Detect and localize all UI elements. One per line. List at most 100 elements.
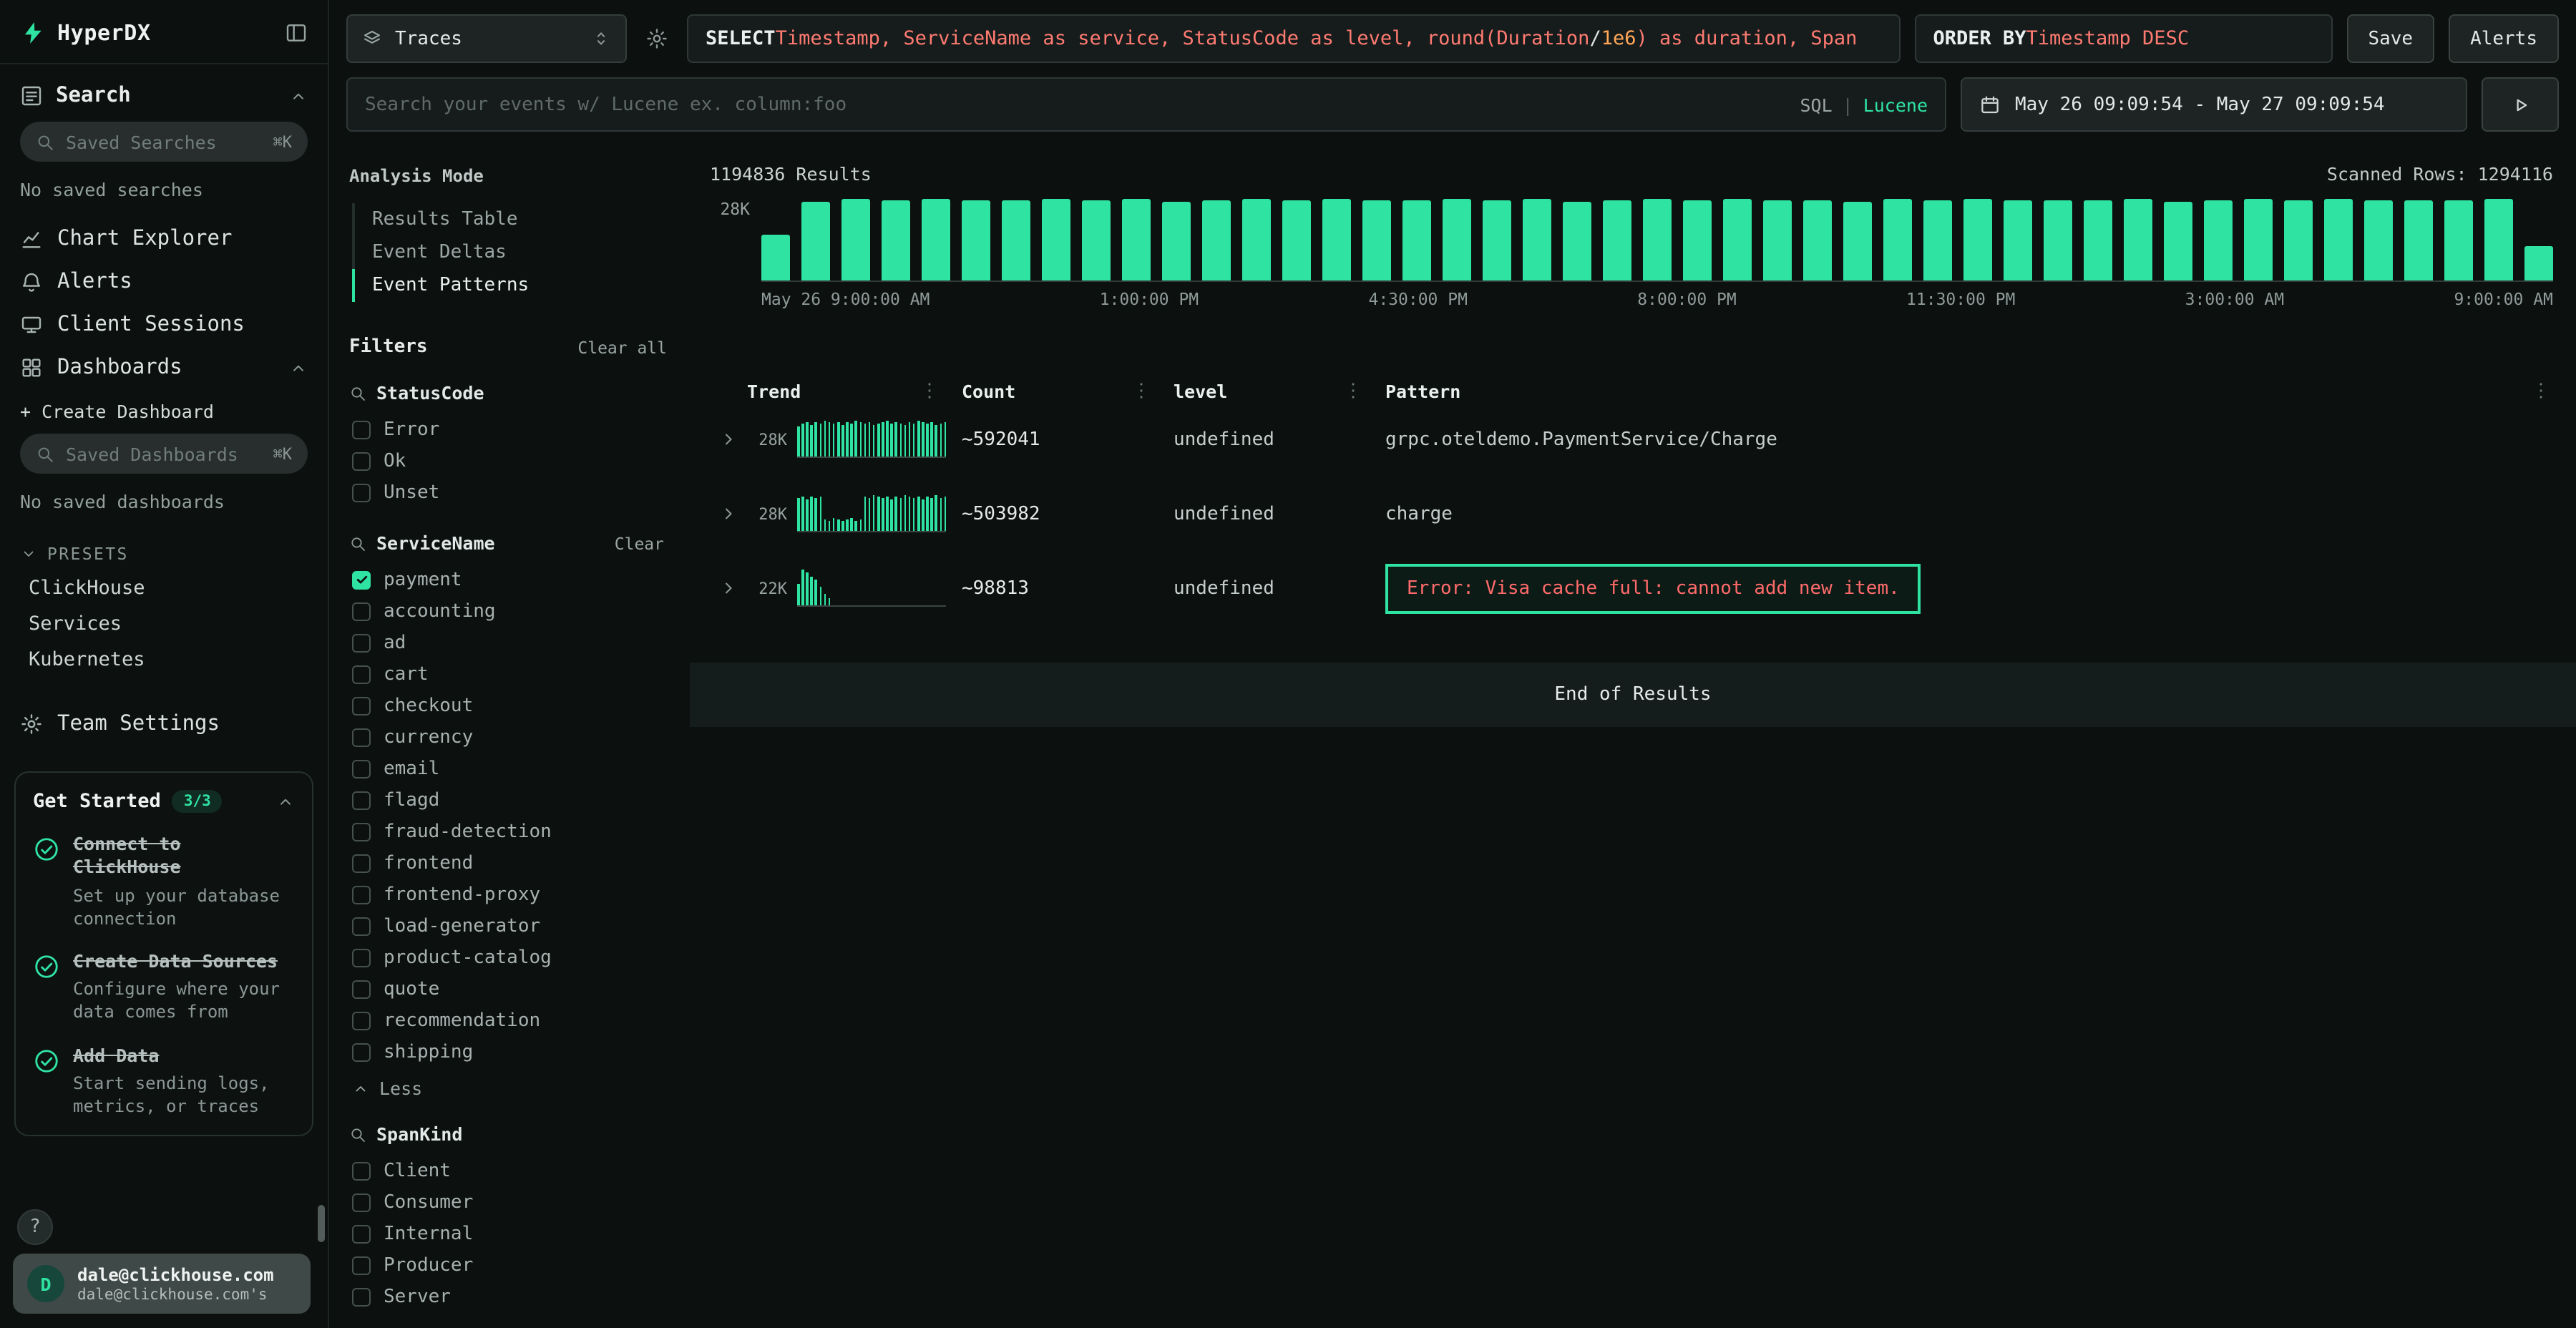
filter-group-header[interactable]: SpanKind [349,1123,675,1145]
checkbox[interactable] [352,483,371,502]
sql-mode-toggle[interactable]: SQL [1800,94,1832,115]
sidebar-item-alerts[interactable]: Alerts [0,260,328,303]
filter-checkbox-producer[interactable]: Producer [349,1249,675,1281]
checkbox[interactable] [352,1011,371,1030]
column-menu-icon[interactable]: ⋮ [1132,381,1174,402]
filter-checkbox-email[interactable]: email [349,753,675,784]
filter-checkbox-shipping[interactable]: shipping [349,1036,675,1068]
saved-searches-input[interactable]: Saved Searches ⌘K [20,122,308,162]
table-row[interactable]: 22K ~98813 undefined Error: Visa cache f… [710,551,2553,625]
search-section-header[interactable]: Search [0,76,328,122]
column-header-count[interactable]: Count⋮ [962,381,1174,402]
get-started-header[interactable]: Get Started 3/3 [33,790,295,813]
filter-checkbox-product-catalog[interactable]: product-catalog [349,942,675,973]
filter-checkbox-frontend-proxy[interactable]: frontend-proxy [349,879,675,910]
checkbox[interactable] [352,602,371,620]
filter-checkbox-internal[interactable]: Internal [349,1218,675,1249]
clear-filter-button[interactable]: Clear [615,533,675,553]
filter-checkbox-frontend[interactable]: frontend [349,847,675,879]
filter-group-header[interactable]: ServiceName Clear [349,532,675,554]
user-menu[interactable]: D dale@clickhouse.com dale@clickhouse.co… [13,1254,311,1314]
analysis-mode-event-patterns[interactable]: Event Patterns [352,269,675,302]
checkbox[interactable] [352,570,371,589]
filter-checkbox-client[interactable]: Client [349,1155,675,1186]
checkbox[interactable] [352,791,371,809]
help-button[interactable]: ? [17,1209,53,1245]
filter-checkbox-flagd[interactable]: flagd [349,784,675,816]
table-row[interactable]: 28K ~503982 undefined charge [710,477,2553,551]
filter-checkbox-cart[interactable]: cart [349,658,675,690]
clear-all-button[interactable]: Clear all [577,337,675,357]
sql-query-editor[interactable]: SELECT Timestamp, ServiceName as service… [687,14,1900,63]
checkbox[interactable] [352,1043,371,1061]
source-settings-button[interactable] [641,27,673,50]
expand-chevron-icon[interactable] [710,504,747,524]
sidebar-item-team-settings[interactable]: Team Settings [0,703,328,746]
checkbox[interactable] [352,728,371,746]
filter-checkbox-unset[interactable]: Unset [349,477,675,508]
event-search-input[interactable]: Search your events w/ Lucene ex. column:… [346,77,1946,132]
checkbox[interactable] [352,1256,371,1274]
column-menu-icon[interactable]: ⋮ [1344,381,1385,402]
create-dashboard-button[interactable]: + Create Dashboard [0,389,328,434]
presets-toggle[interactable]: PRESETS [0,529,328,570]
filter-checkbox-quote[interactable]: quote [349,973,675,1005]
filter-checkbox-fraud-detection[interactable]: fraud-detection [349,816,675,847]
checkbox[interactable] [352,1287,371,1306]
checkbox[interactable] [352,1161,371,1180]
events-histogram[interactable]: 28K May 26 9:00:00 AM1:00:00 PM4:30:00 P… [710,199,2553,309]
expand-chevron-icon[interactable] [710,429,747,449]
sidebar-item-dashboards[interactable]: Dashboards [0,346,328,389]
filter-checkbox-ok[interactable]: Ok [349,445,675,477]
collapse-sidebar-icon[interactable] [285,21,308,44]
analysis-mode-event-deltas[interactable]: Event Deltas [352,236,675,269]
checkbox[interactable] [352,759,371,778]
checkbox[interactable] [352,451,371,470]
filter-checkbox-load-generator[interactable]: load-generator [349,910,675,942]
scrollbar-thumb[interactable] [318,1205,325,1242]
lucene-mode-toggle[interactable]: Lucene [1863,94,1928,115]
checkbox[interactable] [352,633,371,652]
run-query-button[interactable] [2482,77,2559,132]
checkbox[interactable] [352,917,371,935]
checkbox[interactable] [352,980,371,998]
filter-checkbox-consumer[interactable]: Consumer [349,1186,675,1218]
checkbox[interactable] [352,696,371,715]
checkbox[interactable] [352,1224,371,1243]
column-header-level[interactable]: level⋮ [1174,381,1385,402]
show-less-button[interactable]: Less [352,1078,675,1099]
checkbox[interactable] [352,948,371,967]
checkbox[interactable] [352,822,371,841]
filter-checkbox-payment[interactable]: payment [349,564,675,595]
filter-group-header[interactable]: StatusCode [349,382,675,404]
filter-checkbox-accounting[interactable]: accounting [349,595,675,627]
date-range-picker[interactable]: May 26 09:09:54 - May 27 09:09:54 [1961,77,2467,132]
order-by-editor[interactable]: ORDER BY Timestamp DESC [1914,14,2332,63]
table-row[interactable]: 28K ~592041 undefined grpc.oteldemo.Paym… [710,402,2553,477]
sidebar-item-client-sessions[interactable]: Client Sessions [0,303,328,346]
preset-item-services[interactable]: Services [0,605,328,641]
checkbox[interactable] [352,885,371,904]
analysis-mode-results-table[interactable]: Results Table [352,203,675,236]
filter-checkbox-error[interactable]: Error [349,414,675,445]
alerts-button[interactable]: Alerts [2449,14,2559,63]
preset-item-clickhouse[interactable]: ClickHouse [0,570,328,605]
checkbox[interactable] [352,665,371,683]
column-menu-icon[interactable]: ⋮ [2532,381,2553,402]
preset-item-kubernetes[interactable]: Kubernetes [0,641,328,677]
source-select[interactable]: Traces [346,14,627,63]
histogram-bars[interactable] [761,199,2553,282]
filter-checkbox-checkout[interactable]: checkout [349,690,675,721]
filter-checkbox-server[interactable]: Server [349,1281,675,1312]
saved-dashboards-input[interactable]: Saved Dashboards ⌘K [20,434,308,474]
filter-checkbox-recommendation[interactable]: recommendation [349,1005,675,1036]
expand-chevron-icon[interactable] [710,578,747,598]
filter-checkbox-currency[interactable]: currency [349,721,675,753]
column-header-trend[interactable]: Trend⋮ [747,381,962,402]
filter-checkbox-ad[interactable]: ad [349,627,675,658]
checkbox[interactable] [352,1193,371,1211]
column-menu-icon[interactable]: ⋮ [920,381,962,402]
save-button[interactable]: Save [2346,14,2434,63]
column-header-pattern[interactable]: Pattern⋮ [1385,381,2553,402]
sidebar-item-chart-explorer[interactable]: Chart Explorer [0,218,328,260]
